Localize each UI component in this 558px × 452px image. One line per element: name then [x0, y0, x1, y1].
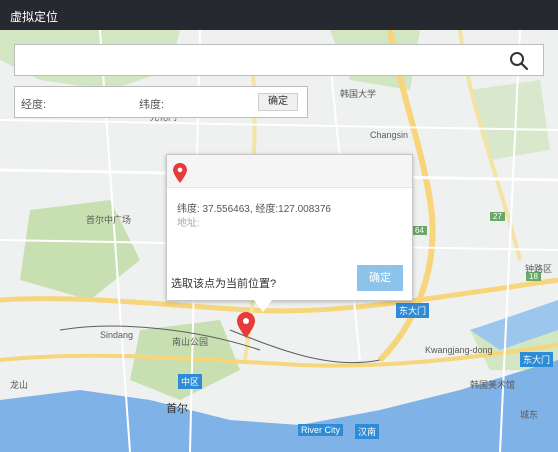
map-label-seongdong: 城东	[520, 410, 539, 420]
map-label-city: 首尔	[166, 403, 188, 415]
coordinate-confirm-button[interactable]: 确定	[258, 93, 298, 111]
map-label-park: 南山公园	[172, 337, 209, 347]
search-input[interactable]	[21, 45, 505, 75]
map-label-university: 韩国大学	[340, 89, 377, 99]
map-label-yongsan: 龙山	[10, 380, 29, 390]
longitude-label: 纬度:	[139, 99, 165, 111]
popup-header	[167, 155, 412, 188]
map-label-dongdaemun: 东大门	[396, 303, 430, 318]
location-popup: 纬度: 37.556463, 经度:127.008376 地址: 选取该点为当前…	[166, 154, 413, 301]
road-number-27: 27	[490, 212, 505, 221]
title-bar: 虚拟定位	[0, 0, 558, 30]
map-label-kwangjang: Kwangjang-dong	[425, 345, 493, 355]
popup-address: 地址:	[177, 218, 200, 229]
map-label-sindang: Sindang	[100, 330, 134, 340]
popup-question: 选取该点为当前位置?	[171, 278, 277, 290]
map-label-hannam: 汉南	[355, 424, 380, 439]
search-bar	[14, 44, 544, 76]
map-label-rivercity: River City	[298, 424, 344, 436]
map-pin-icon	[173, 163, 187, 183]
popup-tail	[254, 300, 272, 312]
popup-confirm-button[interactable]: 确定	[357, 265, 403, 291]
map-label-east: 东大门	[520, 352, 554, 367]
road-number-64: 64	[412, 226, 427, 235]
map-label-square: 首尔中广场	[86, 215, 132, 225]
map-label-jongno: 钟路区	[525, 264, 553, 274]
popup-coordinates: 纬度: 37.556463, 经度:127.008376	[177, 204, 331, 215]
coordinate-bar: 经度: 纬度: 确定	[14, 86, 308, 118]
map-label-main-road: 中区	[178, 374, 203, 389]
search-icon[interactable]	[509, 51, 529, 71]
map-label-hanbuk: 韩国美术馆	[470, 380, 516, 390]
latitude-label: 经度:	[21, 99, 47, 111]
map-label-changsin: Changsin	[370, 130, 409, 140]
map-pin-icon[interactable]	[237, 312, 255, 338]
window-title: 虚拟定位	[10, 10, 59, 24]
popup-info: 纬度: 37.556463, 经度:127.008376 地址:	[177, 203, 331, 231]
